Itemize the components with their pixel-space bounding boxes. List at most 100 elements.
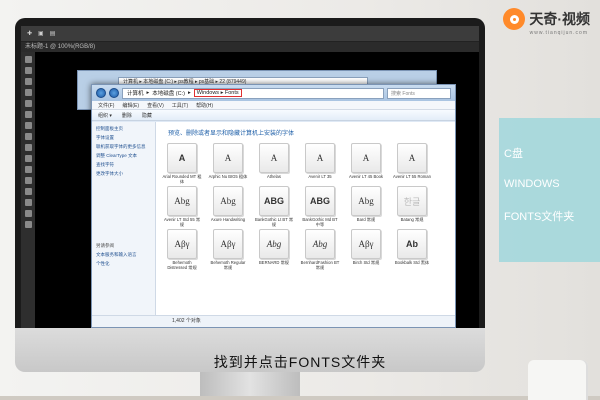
tool-icon[interactable] bbox=[24, 188, 32, 195]
font-preview-icon: ABG bbox=[305, 186, 335, 216]
menu-file[interactable]: 文件(F) bbox=[98, 102, 114, 109]
ps-option-icon[interactable]: ▤ bbox=[50, 30, 56, 37]
hide-button[interactable]: 隐藏 bbox=[142, 112, 152, 119]
tool-icon[interactable] bbox=[24, 177, 32, 184]
tool-icon[interactable] bbox=[24, 111, 32, 118]
sidebar-item-font-size[interactable]: 更改字体大小 bbox=[96, 171, 151, 177]
font-name: Arphic Nu BIG5 粗体 bbox=[208, 174, 248, 179]
font-name: BankGothic Md BT 中等 bbox=[302, 217, 338, 227]
tool-icon[interactable] bbox=[24, 155, 32, 162]
font-item[interactable]: A Avenir LT 55 Roman bbox=[392, 143, 432, 184]
ps-option-icon[interactable]: ▣ bbox=[38, 30, 44, 37]
font-item[interactable]: A Avenir LT 35 bbox=[300, 143, 340, 184]
font-preview-icon: Aβγ bbox=[351, 229, 381, 259]
font-item[interactable]: Abg BERNARD 常规 bbox=[254, 229, 294, 270]
tool-icon[interactable] bbox=[24, 166, 32, 173]
panel-line: FONTS文件夹 bbox=[504, 211, 575, 223]
logo-name: 天奇·视频 bbox=[529, 11, 590, 27]
font-item[interactable]: ABG BankGothic Md BT 中等 bbox=[300, 186, 340, 227]
tool-icon[interactable] bbox=[24, 100, 32, 107]
sidebar-item-control-panel[interactable]: 控制面板主页 bbox=[96, 126, 151, 132]
breadcrumb-computer[interactable]: 计算机 bbox=[127, 89, 144, 97]
font-item[interactable]: A Avenir LT 45 Book bbox=[346, 143, 386, 184]
scene: ✚ ▣ ▤ 未标题-1 @ 100%(RGB/8) 计算机 ▸ 本地磁盘 (C:… bbox=[0, 0, 600, 400]
menu-edit[interactable]: 编辑(E) bbox=[122, 102, 139, 109]
font-preview-icon: Aβγ bbox=[213, 229, 243, 259]
font-name: BERNARD 常规 bbox=[258, 260, 289, 265]
breadcrumb-c-drive[interactable]: 本地磁盘 (C:) bbox=[152, 89, 185, 97]
breadcrumb-windows[interactable]: Windows bbox=[197, 90, 219, 96]
tool-icon[interactable] bbox=[24, 133, 32, 140]
back-arrow-icon[interactable] bbox=[96, 88, 106, 98]
ps-menu-icon[interactable]: ✚ bbox=[27, 30, 32, 37]
sidebar-item-cleartype[interactable]: 调整 ClearType 文本 bbox=[96, 153, 151, 159]
font-preview-icon: Ab bbox=[397, 229, 427, 259]
site-logo: 天奇·视频 bbox=[503, 8, 590, 30]
tool-icon[interactable] bbox=[24, 89, 32, 96]
fonts-grid: A Arial Rounded MT 粗体 A Arphic Nu BIG5 粗体 A A… bbox=[162, 143, 449, 270]
font-item[interactable]: 한글 Batang 常规 bbox=[392, 186, 432, 227]
font-name: Arial Rounded MT 粗体 bbox=[162, 174, 202, 184]
font-item[interactable]: Abg Avenir LT Std 55 常规 bbox=[162, 186, 202, 227]
tool-icon[interactable] bbox=[24, 56, 32, 63]
logo-url: www.tianqijun.com bbox=[529, 30, 588, 36]
tool-icon[interactable] bbox=[24, 122, 32, 129]
font-preview-icon: ABG bbox=[259, 186, 289, 216]
fonts-explorer-window: 计算机 ▸ 本地磁盘 (C:) ▸ Windows ▸ Fonts 搜索 Fonts… bbox=[91, 84, 456, 328]
delete-button[interactable]: 删除 bbox=[122, 112, 132, 119]
tool-icon[interactable] bbox=[24, 210, 32, 217]
font-item[interactable]: Aβγ Birch Std 常规 bbox=[346, 229, 386, 270]
search-input[interactable]: 搜索 Fonts bbox=[387, 87, 451, 99]
status-bar: 1,402 个对象 bbox=[92, 315, 455, 327]
tool-icon[interactable] bbox=[24, 199, 32, 206]
monitor-screen: ✚ ▣ ▤ 未标题-1 @ 100%(RGB/8) 计算机 ▸ 本地磁盘 (C:… bbox=[21, 26, 479, 328]
font-name: Bookbalk Std 黑体 bbox=[394, 260, 430, 265]
font-item[interactable]: Abg Bard 常规 bbox=[346, 186, 386, 227]
panel-line: WINDOWS bbox=[504, 178, 560, 190]
sidebar-item-online-fonts[interactable]: 联机获取字体的更多信息 bbox=[96, 144, 151, 150]
sidebar-item-personalize[interactable]: 个性化 bbox=[96, 261, 151, 267]
font-preview-icon: Abg bbox=[213, 186, 243, 216]
fonts-content: 预览、删除或者显示和隐藏计算机上安装的字体 A Arial Rounded MT … bbox=[156, 122, 455, 315]
font-item[interactable]: A Arial Rounded MT 粗体 bbox=[162, 143, 202, 184]
font-preview-icon: A bbox=[259, 143, 289, 173]
font-item[interactable]: Aβγ Behemoth Distressed 常规 bbox=[162, 229, 202, 270]
tool-icon[interactable] bbox=[24, 144, 32, 151]
menu-help[interactable]: 帮助(H) bbox=[196, 102, 213, 109]
explorer-navigation-bar: 计算机 ▸ 本地磁盘 (C:) ▸ Windows ▸ Fonts 搜索 Fonts bbox=[92, 85, 455, 101]
tool-icon[interactable] bbox=[24, 221, 32, 228]
font-item[interactable]: A Arphic Nu BIG5 粗体 bbox=[208, 143, 248, 184]
font-name: Avenir LT 45 Book bbox=[349, 174, 383, 179]
font-preview-icon: Abg bbox=[351, 186, 381, 216]
font-preview-icon: Abg bbox=[305, 229, 335, 259]
tool-icon[interactable] bbox=[24, 67, 32, 74]
font-name: Batang 常规 bbox=[400, 217, 424, 222]
font-item[interactable]: ABG BankGothic Lt BT 常规 bbox=[254, 186, 294, 227]
desk bbox=[0, 396, 600, 400]
tool-icon[interactable] bbox=[24, 78, 32, 85]
caption-panel bbox=[499, 118, 600, 262]
photoshop-toolbar bbox=[21, 52, 35, 328]
sidebar: 控制面板主页 字体设置 联机获取字体的更多信息 调整 ClearType 文本 … bbox=[92, 122, 156, 315]
font-name: Behemoth Regular 常规 bbox=[210, 260, 246, 270]
font-item[interactable]: Ab Bookbalk Std 黑体 bbox=[392, 229, 432, 270]
font-name: BankGothic Lt BT 常规 bbox=[254, 217, 294, 227]
menu-tools[interactable]: 工具(T) bbox=[172, 102, 188, 109]
font-name: Avenir LT Std 55 常规 bbox=[163, 217, 201, 227]
font-item[interactable]: Abg BernhardFashion BT 常规 bbox=[300, 229, 340, 270]
font-item[interactable]: Aβγ Behemoth Regular 常规 bbox=[208, 229, 248, 270]
organize-button[interactable]: 组织 ▾ bbox=[98, 112, 112, 119]
forward-arrow-icon[interactable] bbox=[109, 88, 119, 98]
sidebar-item-font-settings[interactable]: 字体设置 bbox=[96, 135, 151, 141]
font-item[interactable]: Abg Axure Handwriting bbox=[208, 186, 248, 227]
font-preview-icon: A bbox=[305, 143, 335, 173]
font-item[interactable]: A Athelas bbox=[254, 143, 294, 184]
address-bar[interactable]: 计算机 ▸ 本地磁盘 (C:) ▸ Windows ▸ Fonts bbox=[122, 87, 384, 99]
font-preview-icon: 한글 bbox=[397, 186, 427, 216]
breadcrumb-fonts[interactable]: Fonts bbox=[225, 90, 239, 96]
photoshop-document-tab[interactable]: 未标题-1 @ 100%(RGB/8) bbox=[21, 42, 479, 52]
sidebar-item-find-character[interactable]: 查找字符 bbox=[96, 162, 151, 168]
sidebar-item-text-services[interactable]: 文本服务和输入语言 bbox=[96, 252, 151, 258]
font-preview-icon: Abg bbox=[259, 229, 289, 259]
menu-view[interactable]: 查看(V) bbox=[147, 102, 164, 109]
